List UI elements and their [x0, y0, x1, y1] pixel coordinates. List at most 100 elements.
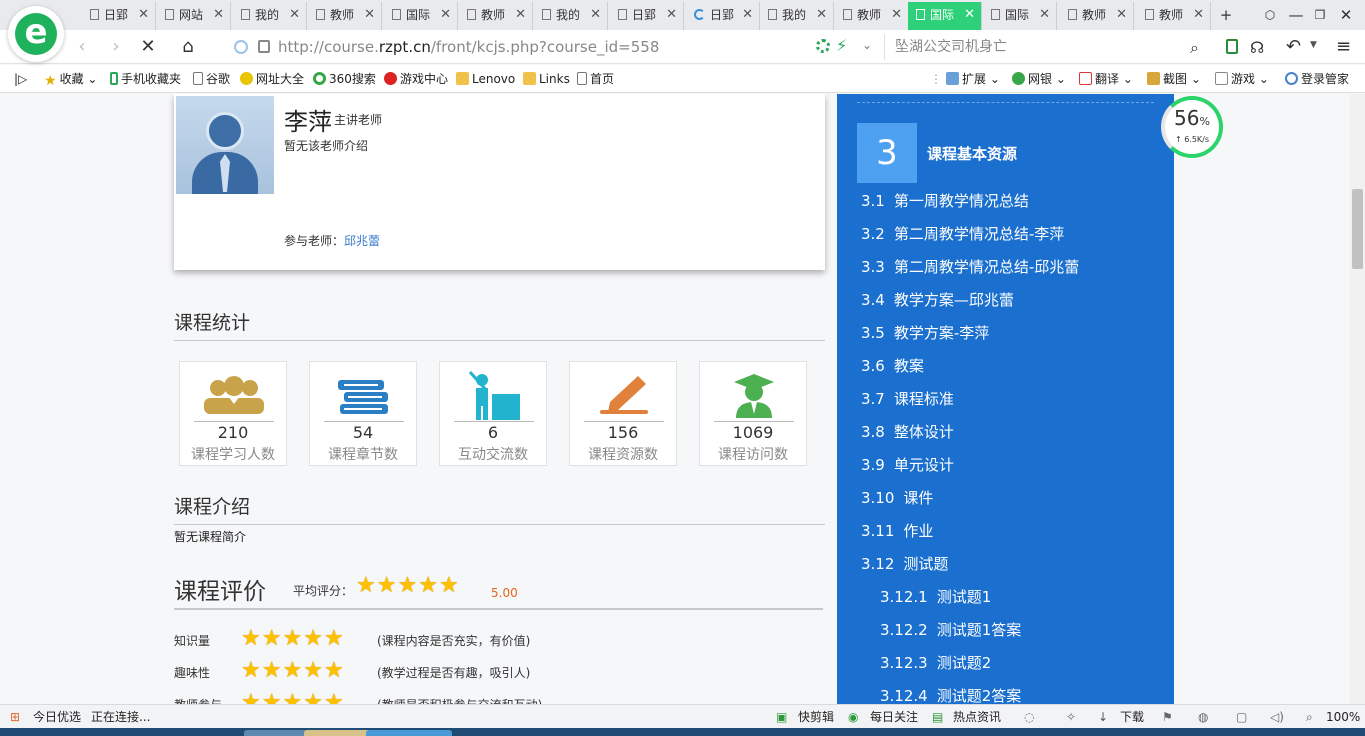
forward-icon[interactable]: ›: [104, 35, 128, 59]
status-daily-picks[interactable]: 今日优选: [33, 705, 81, 729]
volume-icon[interactable]: ◁): [1270, 705, 1284, 729]
stop-loading-icon[interactable]: ✕: [136, 35, 160, 59]
toolbar-bank[interactable]: 网银 ⌄: [1012, 65, 1066, 93]
outline-item[interactable]: 3.12.2 测试题1答案: [880, 619, 1021, 640]
toolbar-screenshot[interactable]: 截图 ⌄: [1147, 65, 1201, 93]
browser-tab[interactable]: 教师 ✕: [835, 2, 909, 30]
outline-item[interactable]: 3.4 教学方案—邱兆蕾: [861, 289, 1014, 310]
gift-icon[interactable]: ⊞: [10, 705, 20, 729]
flag-icon[interactable]: ⚑: [1162, 705, 1173, 729]
browser-tab[interactable]: 教师 ✕: [308, 2, 382, 30]
browser-tab[interactable]: 我的 ✕: [534, 2, 608, 30]
speedup-icon[interactable]: ◌: [1024, 705, 1034, 729]
bookmark-hao[interactable]: 网址大全: [240, 65, 304, 93]
refresh-speed-icon[interactable]: [816, 39, 830, 53]
criterion-stars[interactable]: ★★★★★: [241, 660, 345, 682]
browser-tab[interactable]: 教师 ✕: [1060, 2, 1134, 30]
dropdown-chevron-icon[interactable]: ⌄: [862, 38, 872, 52]
close-tab-icon[interactable]: ✕: [515, 2, 526, 28]
close-tab-icon[interactable]: ✕: [891, 2, 902, 28]
security-shield-icon[interactable]: [234, 40, 248, 54]
zoom-level[interactable]: 100%: [1326, 705, 1360, 729]
bookmark-homepage[interactable]: 首页: [577, 65, 614, 93]
search-icon[interactable]: ⌕: [1190, 38, 1199, 58]
status-downloads[interactable]: 下载: [1120, 705, 1144, 729]
menu-icon[interactable]: ≡: [1336, 36, 1351, 57]
bookmark-lenovo[interactable]: Lenovo: [456, 65, 515, 93]
bookmark-favorites[interactable]: ★ 收藏 ⌄: [44, 65, 97, 93]
close-tab-icon[interactable]: ✕: [1193, 2, 1204, 28]
headset-icon[interactable]: ☊: [1250, 38, 1264, 57]
bookmark-360-search[interactable]: 360搜索: [313, 65, 376, 93]
close-tab-icon[interactable]: ✕: [364, 2, 375, 28]
maximize-button[interactable]: ❐: [1306, 0, 1334, 30]
browser-icon[interactable]: ◍: [1198, 705, 1208, 729]
outline-item[interactable]: 3.9 单元设计: [861, 454, 954, 475]
close-tab-icon[interactable]: ✕: [289, 2, 300, 28]
toolbar-translate[interactable]: 翻译 ⌄: [1079, 65, 1133, 93]
status-daily-focus[interactable]: 每日关注: [870, 705, 918, 729]
close-tab-icon[interactable]: ✕: [1039, 2, 1050, 28]
search-input[interactable]: 坠湖公交司机身亡: [884, 34, 1214, 60]
page-scrollbar[interactable]: [1350, 94, 1365, 704]
browser-tab[interactable]: 国际 ✕: [384, 2, 458, 30]
status-hot-news[interactable]: 热点资讯: [953, 705, 1001, 729]
close-tab-icon[interactable]: ✕: [1116, 2, 1127, 28]
bookmark-links[interactable]: Links: [523, 65, 570, 93]
outline-item[interactable]: 3.6 教案: [861, 355, 924, 376]
browser-tab[interactable]: 日郢 ✕: [610, 2, 684, 30]
outline-item[interactable]: 3.3 第二周教学情况总结-邱兆蕾: [861, 256, 1079, 277]
outline-item[interactable]: 3.11 作业: [861, 520, 933, 541]
window-icon[interactable]: ▢: [1236, 705, 1247, 729]
bookmark-mobile[interactable]: 手机收藏夹: [110, 65, 181, 93]
scrollbar-thumb[interactable]: [1352, 189, 1363, 269]
sidebar-toggle-icon[interactable]: |▷: [14, 65, 27, 93]
browser-logo-icon[interactable]: e: [8, 6, 64, 62]
back-icon[interactable]: ‹: [70, 35, 94, 59]
outline-item[interactable]: 3.12.1 测试题1: [880, 586, 991, 607]
assisting-teacher-link[interactable]: 邱兆蕾: [344, 234, 380, 248]
network-speed-widget[interactable]: 56% ↑ 6.5K/s: [1161, 96, 1223, 158]
criterion-stars[interactable]: ★★★★★: [241, 692, 345, 705]
browser-tab[interactable]: 国际 ✕: [908, 2, 982, 30]
browser-tab[interactable]: 日郢 ✕: [686, 2, 760, 30]
close-window-button[interactable]: ✕: [1332, 0, 1360, 30]
bookmark-google[interactable]: 谷歌: [193, 65, 230, 93]
clean-icon[interactable]: ✧: [1066, 705, 1076, 729]
close-tab-icon[interactable]: ✕: [816, 2, 827, 28]
outline-item[interactable]: 3.12.3 测试题2: [880, 652, 991, 673]
close-tab-icon[interactable]: ✕: [138, 2, 149, 28]
chapter-heading[interactable]: 课程基本资源: [927, 143, 1017, 164]
browser-tab[interactable]: 教师 ✕: [1137, 2, 1211, 30]
browser-tab[interactable]: 教师 ✕: [459, 2, 533, 30]
outline-item[interactable]: 3.12 测试题: [861, 553, 948, 574]
close-tab-icon[interactable]: ✕: [213, 2, 224, 28]
outline-item[interactable]: 3.8 整体设计: [861, 421, 954, 442]
outline-item[interactable]: 3.10 课件: [861, 487, 933, 508]
browser-tab[interactable]: 我的 ✕: [233, 2, 307, 30]
home-icon[interactable]: ⌂: [176, 35, 200, 59]
close-tab-icon[interactable]: ✕: [590, 2, 601, 28]
taskbar-app[interactable]: [366, 730, 452, 736]
close-tab-icon[interactable]: ✕: [964, 2, 975, 28]
outline-item[interactable]: 3.2 第二周教学情况总结-李萍: [861, 223, 1064, 244]
browser-tab[interactable]: 国际 ✕: [983, 2, 1057, 30]
outline-item[interactable]: 3.7 课程标准: [861, 388, 954, 409]
lightning-icon[interactable]: ⚡: [836, 36, 847, 55]
more-dots-icon[interactable]: ⋮: [930, 65, 942, 93]
undo-menu-icon[interactable]: ▼: [1310, 40, 1317, 50]
toolbar-extensions[interactable]: 扩展 ⌄: [946, 65, 1000, 93]
toolbar-games[interactable]: 游戏 ⌄: [1215, 65, 1269, 93]
browser-tab[interactable]: 我的 ✕: [760, 2, 834, 30]
insecure-lock-icon[interactable]: [258, 40, 270, 53]
outline-item[interactable]: 3.12.4 测试题2答案: [880, 685, 1021, 704]
close-tab-icon[interactable]: ✕: [440, 2, 451, 28]
browser-tab[interactable]: 日郢 ✕: [82, 2, 156, 30]
browser-tab[interactable]: 网站 ✕: [157, 2, 231, 30]
clipboard-icon[interactable]: [1226, 39, 1238, 54]
toolbar-login-manager[interactable]: 登录管家: [1285, 65, 1349, 93]
undo-icon[interactable]: ↶: [1286, 36, 1301, 57]
status-quick-edit[interactable]: 快剪辑: [798, 705, 834, 729]
criterion-stars[interactable]: ★★★★★: [241, 628, 345, 650]
close-tab-icon[interactable]: ✕: [666, 2, 677, 28]
